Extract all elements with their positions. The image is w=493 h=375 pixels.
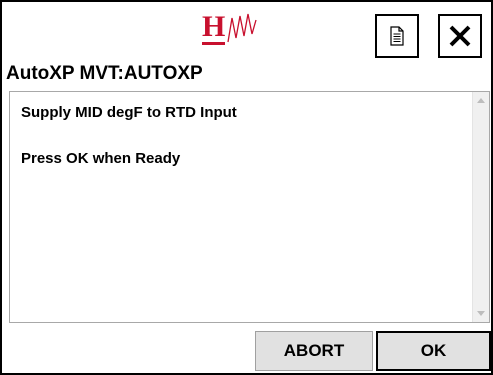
vertical-scrollbar[interactable] [472, 92, 489, 322]
button-row: ABORT OK [2, 326, 491, 373]
message-line-1: Supply MID degF to RTD Input [21, 104, 237, 121]
message-panel: Supply MID degF to RTD Input Press OK wh… [9, 91, 490, 323]
ok-button[interactable]: OK [376, 331, 491, 371]
scroll-down-arrow-icon [477, 311, 485, 316]
document-icon [390, 26, 404, 46]
close-icon [449, 25, 471, 47]
scroll-up-arrow-icon [477, 98, 485, 103]
document-button[interactable] [375, 14, 419, 58]
dialog-window: H AutoXP MVT:AUTOXP Supply MID degF to R… [0, 0, 493, 375]
scroll-up-button[interactable] [473, 92, 489, 109]
message-line-2: Press OK when Ready [21, 150, 181, 167]
abort-button[interactable]: ABORT [255, 331, 373, 371]
header-bar: H [2, 2, 491, 60]
close-button[interactable] [438, 14, 482, 58]
logo-letter: H [202, 9, 226, 45]
logo: H [202, 6, 266, 50]
logo-wave-icon [227, 13, 257, 43]
scroll-down-button[interactable] [473, 305, 489, 322]
dialog-title: AutoXP MVT:AUTOXP [6, 63, 203, 84]
